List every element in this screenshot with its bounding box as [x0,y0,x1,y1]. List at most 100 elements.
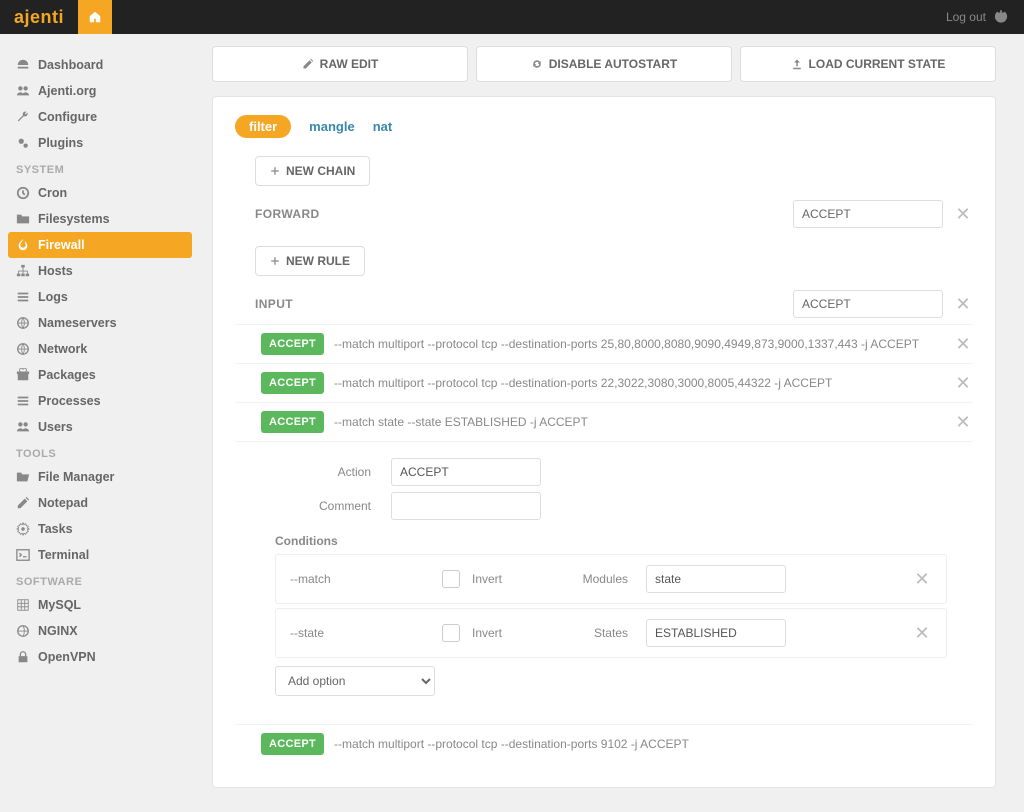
delete-chain-icon[interactable]: ✕ [953,294,973,315]
rule-row[interactable]: ACCEPT --match multiport --protocol tcp … [235,324,973,363]
users-icon [16,84,30,98]
chain-header-input: INPUT ✕ [235,290,973,318]
refresh-icon [531,58,543,70]
sidebar-item-openvpn[interactable]: OpenVPN [8,644,192,670]
fire-icon [16,238,30,252]
condition-value-input[interactable] [646,565,786,593]
sidebar-item-ajenti-org[interactable]: Ajenti.org [8,78,192,104]
sidebar-item-mysql[interactable]: MySQL [8,592,192,618]
condition-field-label: Modules [544,572,634,586]
sidebar-item-filesystems[interactable]: Filesystems [8,206,192,232]
condition-field-label: States [544,626,634,640]
tab-mangle[interactable]: mangle [309,119,355,134]
rule-action-badge: ACCEPT [261,333,324,355]
add-option-select[interactable]: Add option [275,666,435,696]
sidebar-item-terminal[interactable]: Terminal [8,542,192,568]
button-label: DISABLE AUTOSTART [549,57,677,71]
sidebar-item-cron[interactable]: Cron [8,180,192,206]
action-input[interactable] [391,458,541,486]
condition-row: --state Invert States ✕ [275,608,947,658]
list-icon [16,394,30,408]
cogs-icon [16,136,30,150]
folder-open-icon [16,470,30,484]
sidebar-item-label: Nameservers [38,316,117,330]
sidebar-item-tasks[interactable]: Tasks [8,516,192,542]
sidebar-item-logs[interactable]: Logs [8,284,192,310]
pencil-icon [302,58,314,70]
chain-policy-input[interactable] [793,290,943,318]
invert-checkbox[interactable] [442,570,460,588]
sidebar-item-label: Processes [38,394,101,408]
condition-name: --state [290,626,430,640]
sidebar-item-packages[interactable]: Packages [8,362,192,388]
globe-icon [16,624,30,638]
upload-icon [791,58,803,70]
sidebar-item-users[interactable]: Users [8,414,192,440]
clock-icon [16,186,30,200]
condition-value-input[interactable] [646,619,786,647]
delete-rule-icon[interactable]: ✕ [953,334,973,355]
condition-name: --match [290,572,430,586]
rule-row[interactable]: ACCEPT --match state --state ESTABLISHED… [235,402,973,441]
sitemap-icon [16,264,30,278]
globe-icon [16,342,30,356]
sidebar-item-firewall[interactable]: Firewall [8,232,192,258]
delete-condition-icon[interactable]: ✕ [912,569,932,590]
edit-icon [16,496,30,510]
sidebar: Dashboard Ajenti.org Configure Plugins S… [0,34,200,812]
cog-icon [16,522,30,536]
raw-edit-button[interactable]: RAW EDIT [212,46,468,82]
chain-header-forward: FORWARD ✕ [235,200,973,228]
chain-policy-input[interactable] [793,200,943,228]
sidebar-item-plugins[interactable]: Plugins [8,130,192,156]
terminal-icon [16,548,30,562]
rule-text: --match state --state ESTABLISHED -j ACC… [334,415,943,429]
sidebar-item-nginx[interactable]: NGINX [8,618,192,644]
sidebar-item-dashboard[interactable]: Dashboard [8,52,192,78]
load-current-state-button[interactable]: LOAD CURRENT STATE [740,46,996,82]
sidebar-item-label: Plugins [38,136,83,150]
topbar: ajenti Log out [0,0,1024,34]
comment-input[interactable] [391,492,541,520]
sidebar-item-label: Dashboard [38,58,103,72]
sidebar-item-label: Firewall [38,238,85,252]
home-button[interactable] [78,0,112,34]
sidebar-item-label: Notepad [38,496,88,510]
firewall-panel: filter mangle nat NEW CHAIN FORWARD ✕ NE… [212,96,996,788]
sidebar-item-label: Users [38,420,73,434]
invert-checkbox[interactable] [442,624,460,642]
sidebar-item-label: Configure [38,110,97,124]
delete-rule-icon[interactable]: ✕ [953,373,973,394]
rule-row[interactable]: ACCEPT --match multiport --protocol tcp … [235,363,973,402]
delete-condition-icon[interactable]: ✕ [912,623,932,644]
sidebar-item-label: Ajenti.org [38,84,96,98]
sidebar-item-hosts[interactable]: Hosts [8,258,192,284]
delete-chain-icon[interactable]: ✕ [953,204,973,225]
table-icon [16,598,30,612]
button-label: NEW CHAIN [286,164,355,178]
plus-icon [270,166,280,176]
sidebar-item-nameservers[interactable]: Nameservers [8,310,192,336]
button-label: LOAD CURRENT STATE [809,57,946,71]
disable-autostart-button[interactable]: DISABLE AUTOSTART [476,46,732,82]
tab-filter[interactable]: filter [235,115,291,138]
sidebar-heading-tools: TOOLS [8,440,192,464]
sidebar-item-label: Terminal [38,548,89,562]
rule-text: --match multiport --protocol tcp --desti… [334,737,973,751]
new-rule-button[interactable]: NEW RULE [255,246,365,276]
logout-link[interactable]: Log out [930,0,1024,34]
sidebar-item-configure[interactable]: Configure [8,104,192,130]
button-label: NEW RULE [286,254,350,268]
sidebar-item-network[interactable]: Network [8,336,192,362]
rule-row[interactable]: ACCEPT --match multiport --protocol tcp … [235,724,973,763]
tab-nat[interactable]: nat [373,119,393,134]
chain-title: INPUT [255,297,793,311]
sidebar-item-processes[interactable]: Processes [8,388,192,414]
sidebar-item-label: Filesystems [38,212,110,226]
sidebar-item-file-manager[interactable]: File Manager [8,464,192,490]
sidebar-item-label: OpenVPN [38,650,96,664]
sidebar-item-label: File Manager [38,470,114,484]
sidebar-item-notepad[interactable]: Notepad [8,490,192,516]
new-chain-button[interactable]: NEW CHAIN [255,156,370,186]
delete-rule-icon[interactable]: ✕ [953,412,973,433]
